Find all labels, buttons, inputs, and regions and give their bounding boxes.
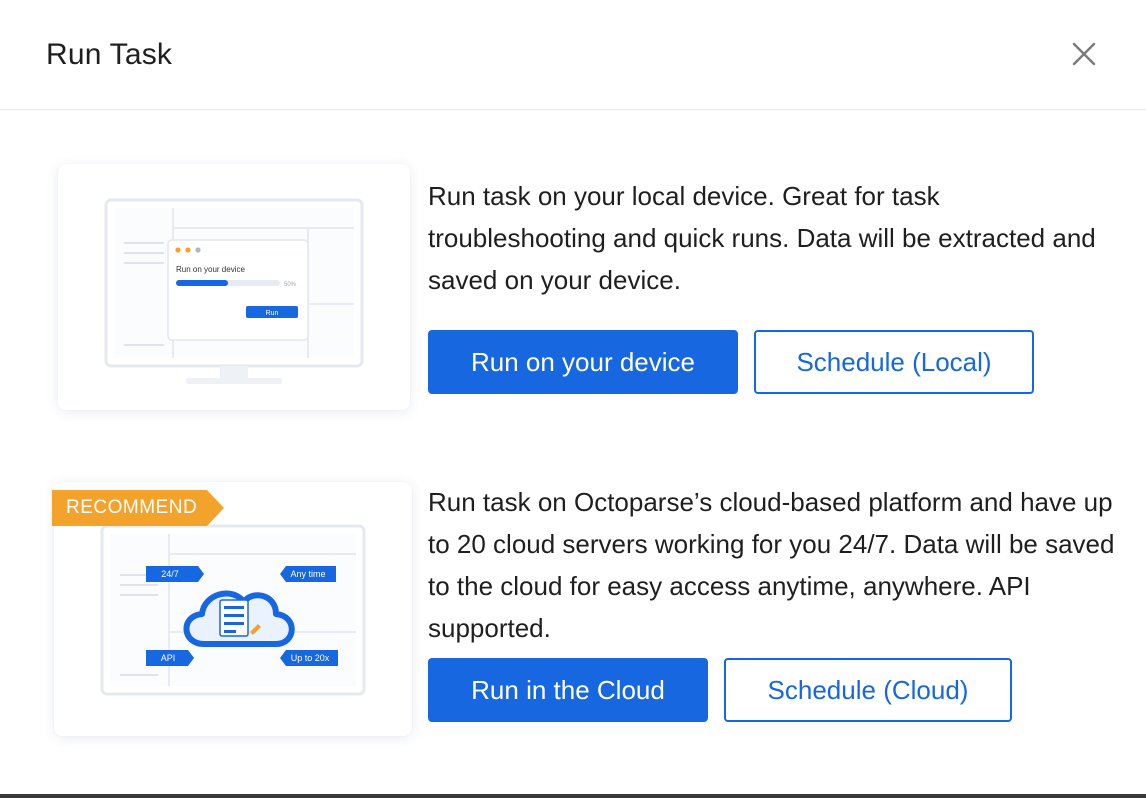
- svg-text:API: API: [161, 653, 176, 663]
- close-button[interactable]: [1068, 38, 1100, 70]
- window-dot-icon: [185, 247, 191, 253]
- run-in-cloud-button[interactable]: Run in the Cloud: [428, 658, 708, 722]
- local-run-description: Run task on your local device. Great for…: [428, 181, 1096, 295]
- dialog-header: Run Task: [0, 0, 1146, 110]
- local-device-illustration: Run on your device 50% Run: [104, 198, 364, 384]
- run-on-device-button[interactable]: Run on your device: [428, 330, 738, 394]
- illustration-run-label: Run: [266, 310, 279, 317]
- tag-24-7: 24/7: [146, 566, 204, 582]
- local-illustration-card: Run on your device 50% Run: [58, 164, 410, 410]
- cloud-run-section: 24/7 Any time API Up to 20x RECOMMEND Ru…: [0, 478, 1146, 748]
- illustration-dialog-title: Run on your device: [176, 265, 245, 274]
- close-icon: [1072, 42, 1096, 66]
- svg-text:Any time: Any time: [290, 569, 325, 579]
- dialog-title: Run Task: [46, 38, 173, 71]
- cloud-run-description: Run task on Octoparse’s cloud-based plat…: [428, 487, 1115, 643]
- schedule-cloud-button[interactable]: Schedule (Cloud): [724, 658, 1012, 722]
- schedule-local-button[interactable]: Schedule (Local): [754, 330, 1034, 394]
- tag-up-to-20x: Up to 20x: [280, 650, 338, 666]
- window-dot-icon: [195, 247, 201, 253]
- window-dot-icon: [175, 247, 181, 253]
- dialog-bottom-border: [0, 794, 1146, 798]
- svg-text:Up to 20x: Up to 20x: [291, 653, 330, 663]
- run-task-dialog: Run Task Run on your device 50% Run Run …: [0, 0, 1146, 798]
- illustration-progress-bar: [176, 280, 228, 286]
- recommend-badge: RECOMMEND: [52, 490, 224, 526]
- illustration-progress-text: 50%: [284, 282, 297, 288]
- local-run-section: Run on your device 50% Run Run task on y…: [0, 160, 1146, 420]
- tag-any-time: Any time: [280, 566, 336, 582]
- tag-api: API: [146, 650, 194, 666]
- svg-text:24/7: 24/7: [161, 569, 179, 579]
